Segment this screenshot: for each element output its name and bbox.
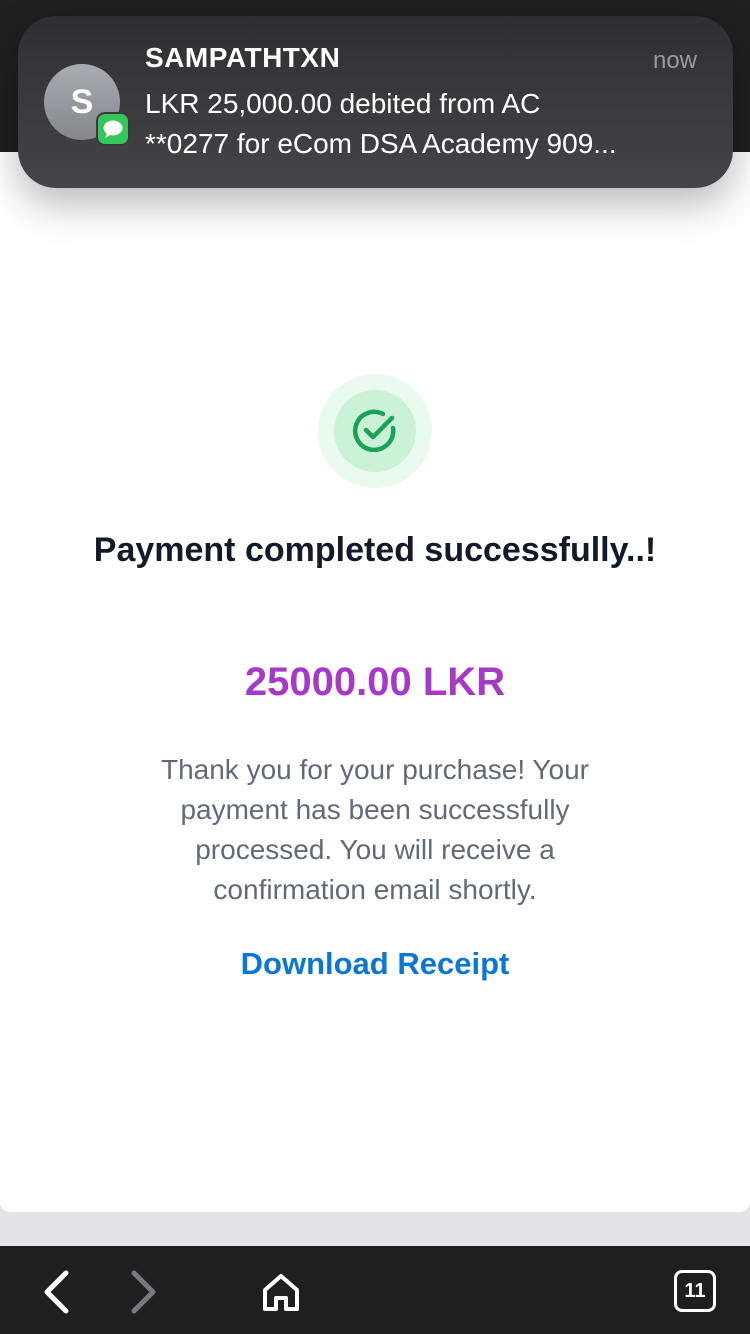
notification-time: now (652, 47, 697, 74)
browser-toolbar: 11 (0, 1246, 750, 1334)
chevron-right-icon[interactable] (116, 1264, 172, 1320)
notification-sender: SAMPATHTXN (145, 42, 341, 73)
notification-line-1: LKR 25,000.00 debited from AC (145, 88, 541, 119)
payment-success-title: Payment completed successfully..! (93, 531, 657, 569)
chevron-left-icon[interactable] (28, 1264, 84, 1320)
confirmation-message: Thank you for your purchase! Your paymen… (160, 754, 590, 905)
payment-amount: 25000.00 LKR (244, 660, 506, 704)
sms-notification-banner[interactable]: S SAMPATHTXN now LKR 25,000.00 debited f… (18, 16, 733, 188)
avatar-letter: S (70, 82, 94, 121)
check-circle-icon (334, 390, 416, 472)
page-background-strip (0, 1212, 750, 1246)
tabs-count-button[interactable]: 11 (674, 1270, 716, 1312)
notification-line-2: **0277 for eCom DSA Academy 909... (145, 128, 617, 159)
home-icon[interactable] (253, 1264, 309, 1320)
notification-body: LKR 25,000.00 debited from AC **0277 for… (145, 84, 705, 164)
success-icon-halo (318, 374, 432, 488)
messages-icon (96, 112, 130, 146)
download-receipt-link[interactable]: Download Receipt (75, 946, 675, 982)
